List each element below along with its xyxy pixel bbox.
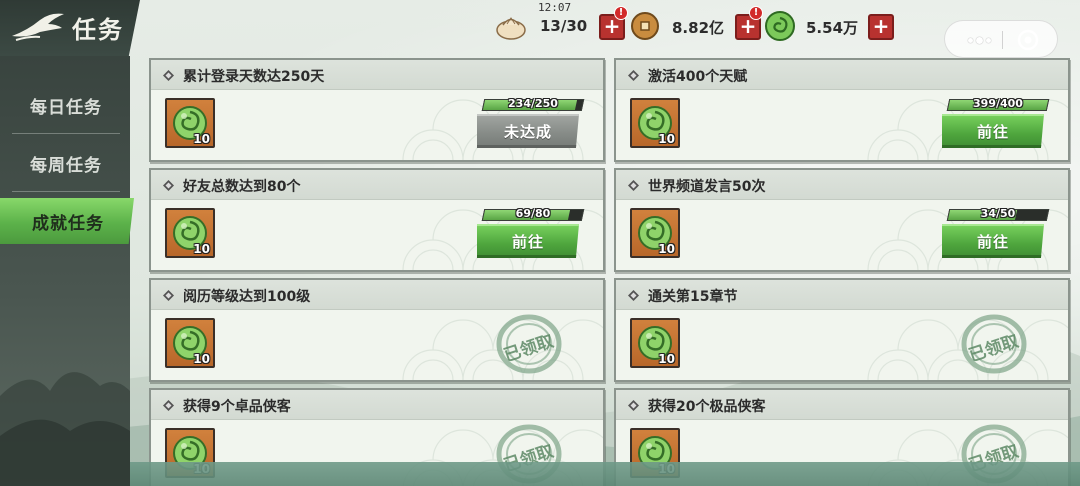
not-achieved-button[interactable]: 未达成 xyxy=(477,114,579,148)
crane-logo-icon xyxy=(12,13,64,41)
task-card-header: 通关第15章节 xyxy=(616,280,1068,310)
task-card-header: 阅历等级达到100级 xyxy=(151,280,603,310)
reward-item-slot[interactable]: 10 xyxy=(165,318,215,368)
reward-item-slot[interactable]: 10 xyxy=(165,208,215,258)
go-button[interactable]: 前往 xyxy=(942,114,1044,148)
task-card: 世界频道发言50次 10 34/50 前往 xyxy=(614,168,1070,272)
reward-item-slot[interactable]: 10 xyxy=(630,98,680,148)
miniprogram-capsule xyxy=(944,20,1058,58)
diamond-bullet-icon xyxy=(163,400,174,411)
tab-weekly-tasks[interactable]: 每周任务 xyxy=(12,136,120,192)
reward-count: 10 xyxy=(658,242,675,256)
reward-item-slot[interactable]: 10 xyxy=(630,208,680,258)
clock-text: 12:07 xyxy=(538,1,572,14)
copper-coin-icon xyxy=(631,12,659,40)
ink-mountain-decoration xyxy=(0,372,130,486)
diamond-bullet-icon xyxy=(628,400,639,411)
reward-count: 10 xyxy=(658,352,675,366)
task-card-header: 世界频道发言50次 xyxy=(616,170,1068,200)
dumpling-icon xyxy=(496,17,526,40)
page-header: 任务 xyxy=(0,0,140,56)
task-title: 累计登录天数达250天 xyxy=(183,69,325,85)
task-card-header: 好友总数达到80个 xyxy=(151,170,603,200)
reward-count: 10 xyxy=(193,242,210,256)
task-card-header: 激活400个天赋 xyxy=(616,60,1068,90)
task-progress-text: 69/80 xyxy=(515,207,551,220)
reward-count: 10 xyxy=(193,352,210,366)
task-title: 好友总数达到80个 xyxy=(183,179,301,195)
diamond-bullet-icon xyxy=(628,70,639,81)
reward-item-slot[interactable]: 10 xyxy=(165,98,215,148)
task-progress-text: 399/400 xyxy=(973,97,1023,110)
add-jade-button[interactable]: + xyxy=(868,14,894,40)
task-title: 获得9个卓品侠客 xyxy=(183,399,291,415)
coins-value: 8.82亿 xyxy=(672,19,725,37)
capsule-divider xyxy=(1002,31,1003,49)
task-card: 通关第15章节 10 已领取 xyxy=(614,278,1070,382)
stamina-value: 13/30 xyxy=(540,17,588,35)
tab-achievement-tasks[interactable]: 成就任务 xyxy=(0,198,134,244)
go-button[interactable]: 前往 xyxy=(477,224,579,258)
task-category-sidebar: 每日任务 每周任务 xyxy=(0,56,130,486)
tab-daily-tasks[interactable]: 每日任务 xyxy=(12,78,120,134)
diamond-bullet-icon xyxy=(163,70,174,81)
task-title: 世界频道发言50次 xyxy=(648,179,766,195)
task-title: 激活400个天赋 xyxy=(648,69,748,85)
diamond-bullet-icon xyxy=(628,180,639,191)
reward-item-slot[interactable]: 10 xyxy=(630,318,680,368)
more-dots-icon[interactable] xyxy=(959,30,999,50)
stamina-alert-badge: ! xyxy=(614,6,628,20)
reward-count: 10 xyxy=(658,132,675,146)
jade-value: 5.54万 xyxy=(806,19,859,37)
task-progress-text: 34/50 xyxy=(980,207,1016,220)
task-card-header: 获得20个极品侠客 xyxy=(616,390,1068,420)
task-card: 累计登录天数达250天 10 234/250 未达成 xyxy=(149,58,605,162)
diamond-bullet-icon xyxy=(163,180,174,191)
coins-alert-badge: ! xyxy=(749,6,763,20)
diamond-bullet-icon xyxy=(163,290,174,301)
task-title: 获得20个极品侠客 xyxy=(648,399,766,415)
task-progress-text: 234/250 xyxy=(508,97,558,110)
jade-icon xyxy=(765,11,795,41)
task-card: 激活400个天赋 10 399/400 前往 xyxy=(614,58,1070,162)
go-button[interactable]: 前往 xyxy=(942,224,1044,258)
task-card: 好友总数达到80个 10 69/80 前往 xyxy=(149,168,605,272)
task-card-header: 累计登录天数达250天 xyxy=(151,60,603,90)
diamond-bullet-icon xyxy=(628,290,639,301)
task-card: 阅历等级达到100级 10 已领取 xyxy=(149,278,605,382)
reward-count: 10 xyxy=(193,132,210,146)
task-title: 通关第15章节 xyxy=(648,289,738,305)
bottom-fade xyxy=(130,462,1080,486)
task-title: 阅历等级达到100级 xyxy=(183,289,311,305)
task-card-header: 获得9个卓品侠客 xyxy=(151,390,603,420)
page-title: 任务 xyxy=(72,15,124,44)
target-close-icon[interactable] xyxy=(1015,27,1041,53)
